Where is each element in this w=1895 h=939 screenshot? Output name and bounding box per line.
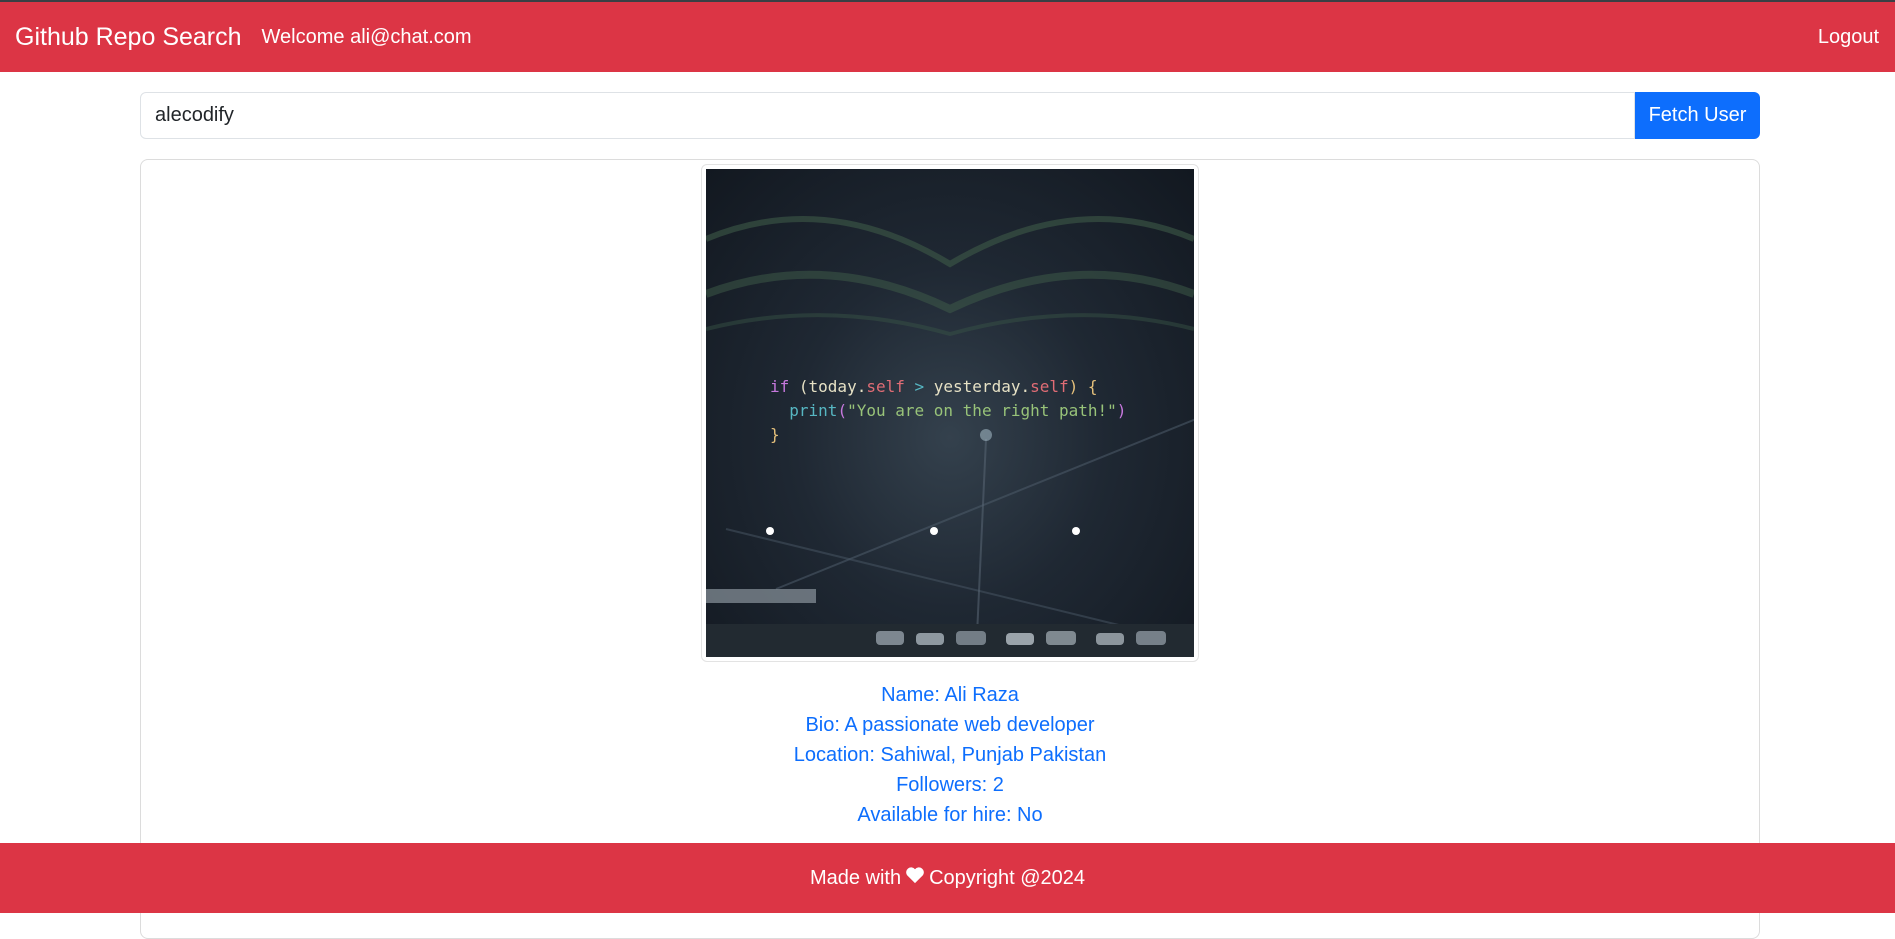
code-token: (	[837, 401, 848, 420]
profile-followers: Followers: 2	[896, 774, 1004, 796]
code-token: )	[1116, 401, 1127, 420]
profile-location: Location: Sahiwal, Punjab Pakistan	[793, 744, 1107, 766]
code-snippet: if (today.self > yesterday.self) { print…	[770, 375, 1126, 447]
footer: Made with Copyright @2024	[0, 843, 1895, 913]
code-token: (today.	[789, 377, 867, 396]
fetch-user-button[interactable]: Fetch User	[1635, 92, 1760, 139]
code-token: ) {	[1068, 377, 1098, 396]
code-token: self	[866, 377, 905, 396]
footer-made-with: Made with	[809, 866, 902, 889]
code-token: print	[789, 401, 838, 420]
profile-hireable: Available for hire: No	[857, 804, 1043, 826]
code-token: >	[904, 377, 934, 396]
avatar-image: if (today.self > yesterday.self) { print…	[706, 169, 1194, 657]
code-token: "You are on the right path!"	[847, 401, 1117, 420]
code-token: yesterday.	[933, 377, 1031, 396]
navbar: Github Repo Search Welcome ali@chat.com …	[0, 0, 1895, 72]
code-token: self	[1030, 377, 1069, 396]
avatar-frame: if (today.self > yesterday.self) { print…	[701, 164, 1199, 662]
search-bar: Fetch User	[140, 92, 1760, 139]
profile-bio: Bio: A passionate web developer	[805, 714, 1095, 736]
username-input[interactable]	[140, 92, 1635, 139]
logout-link[interactable]: Logout	[1818, 26, 1879, 49]
code-token: if	[770, 377, 790, 396]
navbar-brand[interactable]: Github Repo Search	[15, 23, 242, 52]
profile-name: Name: Ali Raza	[881, 684, 1019, 706]
heart-icon	[905, 866, 925, 890]
footer-copyright: Copyright @2024	[929, 866, 1086, 889]
code-token: }	[770, 425, 780, 444]
welcome-text: Welcome ali@chat.com	[261, 25, 472, 48]
user-card: if (today.self > yesterday.self) { print…	[140, 159, 1760, 939]
profile-info: Name: Ali Raza Bio: A passionate web dev…	[141, 680, 1759, 830]
